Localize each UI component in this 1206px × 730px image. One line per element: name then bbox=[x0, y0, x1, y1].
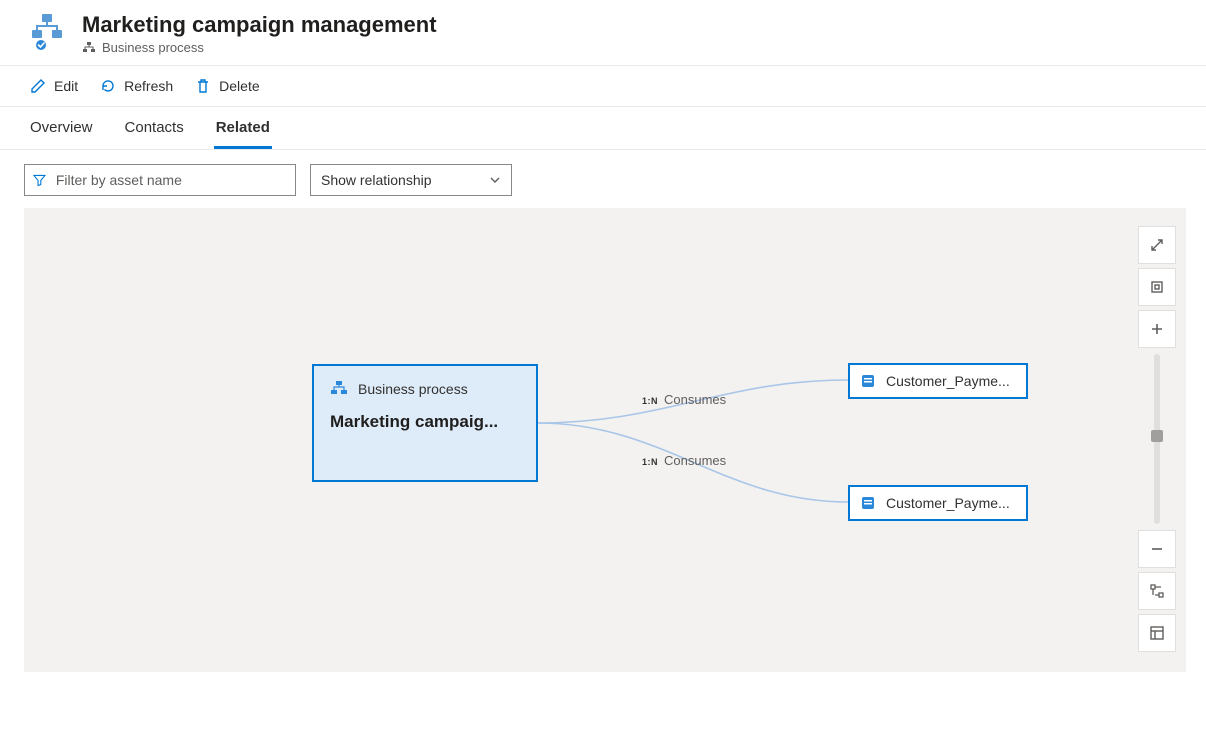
zoom-slider[interactable] bbox=[1154, 354, 1160, 524]
business-process-icon bbox=[28, 12, 66, 50]
sql-table-icon bbox=[860, 373, 876, 389]
tab-bar: Overview Contacts Related bbox=[0, 107, 1206, 150]
edit-icon bbox=[30, 78, 46, 94]
child-node-2[interactable]: Customer_Payme... bbox=[848, 485, 1028, 521]
child-node-1-label: Customer_Payme... bbox=[886, 373, 1010, 389]
filter-input-wrapper[interactable] bbox=[24, 164, 296, 196]
relationship-select[interactable]: Show relationship bbox=[310, 164, 512, 196]
page-title: Marketing campaign management bbox=[82, 12, 437, 38]
minimap-icon[interactable] bbox=[1138, 614, 1176, 652]
filter-row: Show relationship bbox=[0, 150, 1206, 208]
tab-related[interactable]: Related bbox=[214, 107, 272, 149]
page-header: Marketing campaign management Business p… bbox=[0, 0, 1206, 65]
main-node-title: Marketing campaig... bbox=[330, 412, 520, 432]
process-mini-icon bbox=[82, 41, 96, 55]
delete-button[interactable]: Delete bbox=[193, 74, 261, 98]
edge-label-2: 1:N Consumes bbox=[642, 453, 726, 468]
sql-table-icon bbox=[860, 495, 876, 511]
zoom-out-icon[interactable] bbox=[1138, 530, 1176, 568]
zoom-in-icon[interactable] bbox=[1138, 310, 1176, 348]
canvas-tools bbox=[1138, 226, 1176, 652]
refresh-button[interactable]: Refresh bbox=[98, 74, 175, 98]
reorganize-icon[interactable] bbox=[1138, 572, 1176, 610]
tab-contacts[interactable]: Contacts bbox=[123, 107, 186, 149]
main-node[interactable]: Business process Marketing campaig... bbox=[312, 364, 538, 482]
child-node-1[interactable]: Customer_Payme... bbox=[848, 363, 1028, 399]
child-node-2-label: Customer_Payme... bbox=[886, 495, 1010, 511]
command-bar: Edit Refresh Delete bbox=[0, 65, 1206, 107]
main-node-type: Business process bbox=[358, 381, 468, 397]
edit-button[interactable]: Edit bbox=[28, 74, 80, 98]
page-subtitle: Business process bbox=[82, 40, 437, 55]
delete-icon bbox=[195, 78, 211, 94]
relationship-canvas[interactable]: Business process Marketing campaig... 1:… bbox=[24, 208, 1186, 672]
tab-overview[interactable]: Overview bbox=[28, 107, 95, 149]
refresh-icon bbox=[100, 78, 116, 94]
chevron-down-icon bbox=[489, 174, 501, 186]
fit-icon[interactable] bbox=[1138, 268, 1176, 306]
business-process-node-icon bbox=[330, 380, 348, 398]
edge-lines bbox=[24, 208, 1186, 672]
filter-asset-name-input[interactable] bbox=[54, 171, 287, 189]
expand-icon[interactable] bbox=[1138, 226, 1176, 264]
filter-icon bbox=[33, 173, 46, 187]
zoom-thumb[interactable] bbox=[1151, 430, 1163, 442]
edge-label-1: 1:N Consumes bbox=[642, 392, 726, 407]
